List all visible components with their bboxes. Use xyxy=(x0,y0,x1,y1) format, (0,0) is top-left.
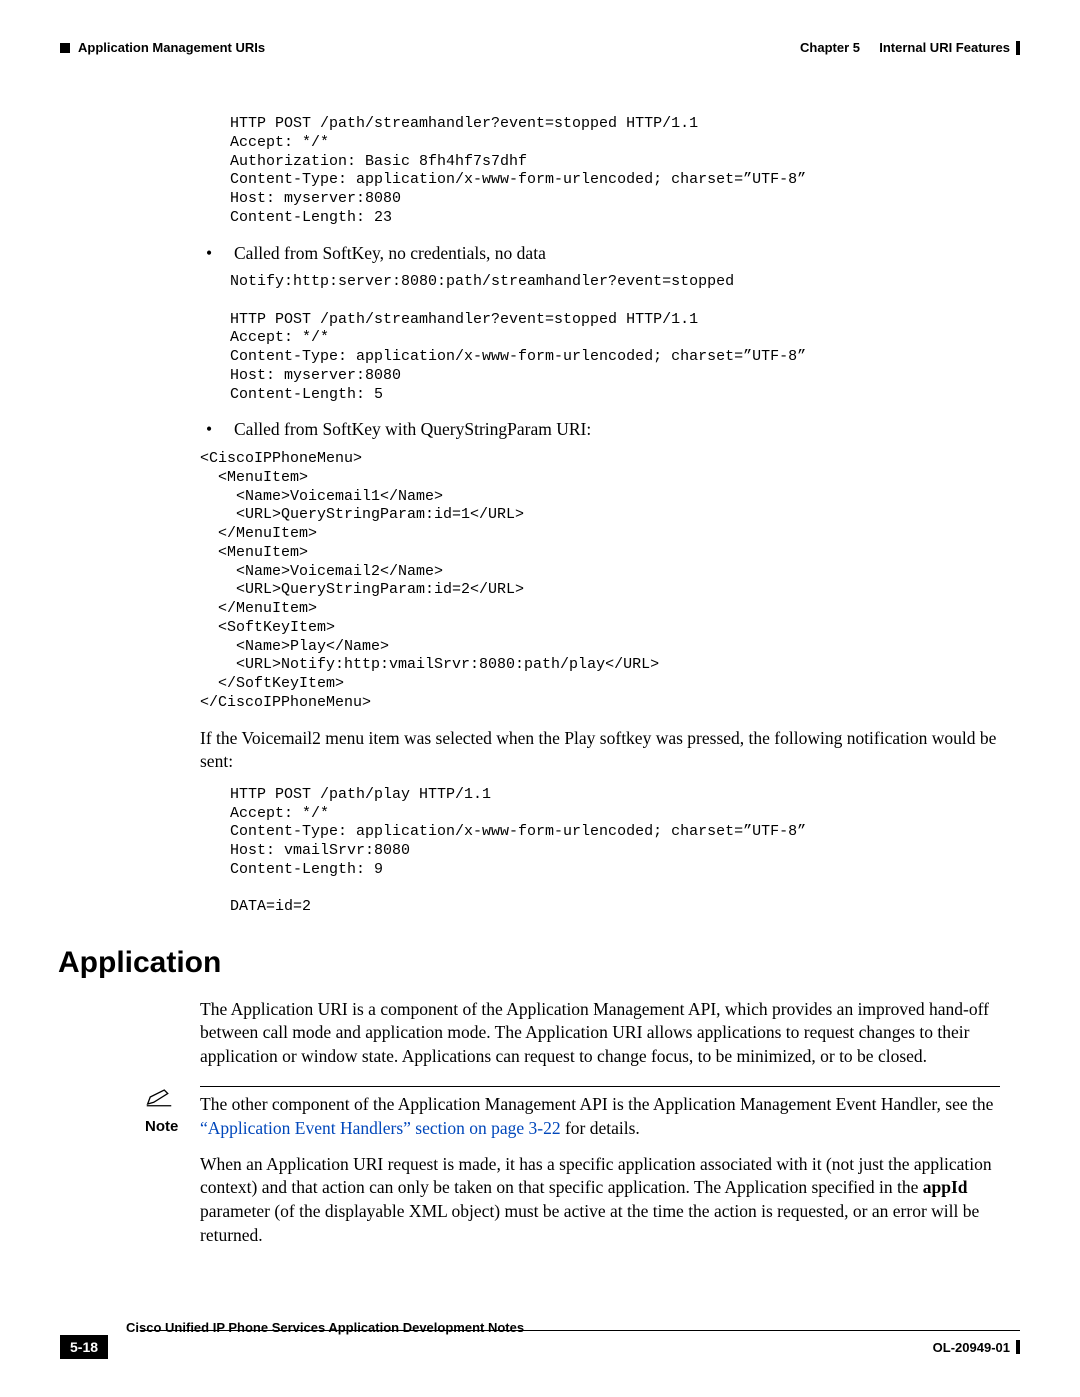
code-block: HTTP POST /path/play HTTP/1.1 Accept: */… xyxy=(230,786,1000,917)
vertical-bar-icon xyxy=(1016,41,1020,55)
bullet-item: • Called from SoftKey, no credentials, n… xyxy=(200,242,1000,266)
bullet-text: Called from SoftKey with QueryStringPara… xyxy=(234,418,1000,442)
note-body: The other component of the Application M… xyxy=(200,1086,1000,1140)
square-icon xyxy=(60,43,70,53)
cross-reference-link[interactable]: “Application Event Handlers” section on … xyxy=(200,1118,561,1138)
header-right: Chapter 5 Internal URI Features xyxy=(800,40,1020,55)
main-content: HTTP POST /path/streamhandler?event=stop… xyxy=(200,115,1000,1247)
note-icon-column: Note xyxy=(145,1086,200,1137)
code-block: HTTP POST /path/streamhandler?event=stop… xyxy=(230,115,1000,228)
bold-term: appId xyxy=(923,1177,968,1197)
bullet-dot-icon: • xyxy=(200,418,234,442)
paragraph-text: When an Application URI request is made,… xyxy=(200,1154,992,1198)
paragraph-text: parameter (of the displayable XML object… xyxy=(200,1201,979,1245)
paragraph: When an Application URI request is made,… xyxy=(200,1153,1000,1248)
header-left: Application Management URIs xyxy=(60,40,265,55)
code-block: Notify:http:server:8080:path/streamhandl… xyxy=(230,273,1000,404)
pencil-icon xyxy=(145,1086,173,1115)
header-section-title: Application Management URIs xyxy=(78,40,265,55)
bullet-text: Called from SoftKey, no credentials, no … xyxy=(234,242,1000,266)
paragraph: The Application URI is a component of th… xyxy=(200,998,1000,1069)
vertical-bar-icon xyxy=(1016,1340,1020,1354)
code-block: <CiscoIPPhoneMenu> <MenuItem> <Name>Voic… xyxy=(200,450,1000,713)
page-footer: 5-18 Cisco Unified IP Phone Services App… xyxy=(60,1330,1020,1359)
note-text: for details. xyxy=(561,1118,640,1138)
bullet-dot-icon: • xyxy=(200,242,234,266)
note-label: Note xyxy=(145,1117,178,1137)
note-text: The other component of the Application M… xyxy=(200,1094,993,1114)
page-header: Application Management URIs Chapter 5 In… xyxy=(60,40,1020,55)
bullet-item: • Called from SoftKey with QueryStringPa… xyxy=(200,418,1000,442)
footer-doc-id: OL-20949-01 xyxy=(933,1340,1010,1355)
paragraph: If the Voicemail2 menu item was selected… xyxy=(200,727,1000,774)
page-number-badge: 5-18 xyxy=(60,1335,108,1359)
chapter-label: Chapter 5 xyxy=(800,40,860,55)
note-block: Note The other component of the Applicat… xyxy=(145,1086,1000,1140)
footer-doc-title: Cisco Unified IP Phone Services Applicat… xyxy=(126,1320,524,1335)
chapter-title: Internal URI Features xyxy=(879,40,1010,55)
section-heading: Application xyxy=(58,943,1000,984)
